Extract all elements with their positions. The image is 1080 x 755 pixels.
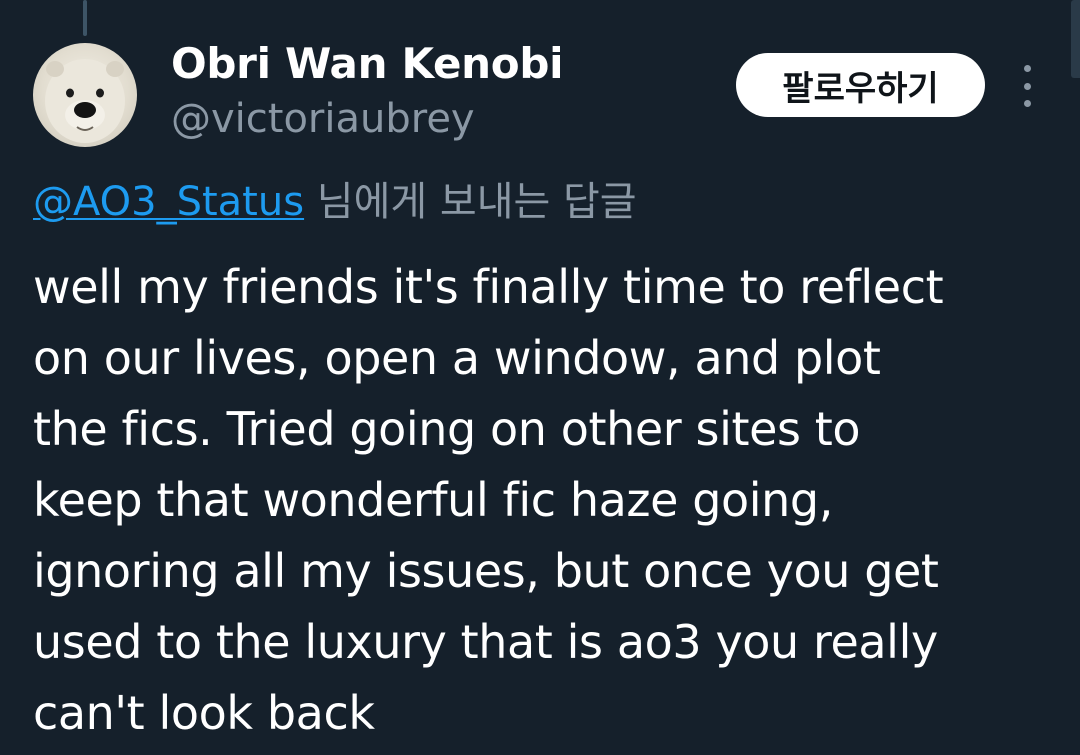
thread-connector-line [83, 0, 87, 36]
scrollbar[interactable] [1071, 0, 1080, 78]
author-display-name[interactable]: Obri Wan Kenobi [171, 38, 564, 90]
more-vertical-icon [1023, 65, 1031, 72]
tweet-text: well my friends it's finally time to ref… [33, 252, 1053, 749]
follow-button[interactable]: 팔로우하기 [736, 53, 985, 117]
more-options-button[interactable] [1012, 65, 1042, 107]
more-vertical-icon [1023, 82, 1031, 90]
tweet-text-line: keep that wonderful fic haze going, [33, 473, 833, 527]
reply-context: @AO3_Status 님에게 보내는 답글 [33, 176, 637, 228]
avatar[interactable] [33, 43, 137, 147]
polar-bear-avatar-icon [45, 59, 125, 143]
tweet-text-line: can't look back [33, 686, 375, 740]
tweet-text-line: on our lives, open a window, and plot [33, 331, 881, 385]
tweet-text-line: the fics. Tried going on other sites to [33, 402, 861, 456]
tweet-text-line: used to the luxury that is ao3 you reall… [33, 615, 938, 669]
author-handle[interactable]: @victoriaubrey [171, 94, 475, 144]
reply-mention-link[interactable]: @AO3_Status [33, 179, 304, 225]
reply-context-suffix: 님에게 보내는 답글 [304, 179, 637, 225]
tweet-text-line: well my friends it's finally time to ref… [33, 260, 944, 314]
more-vertical-icon [1023, 100, 1031, 107]
tweet-text-line: ignoring all my issues, but once you get [33, 544, 939, 598]
